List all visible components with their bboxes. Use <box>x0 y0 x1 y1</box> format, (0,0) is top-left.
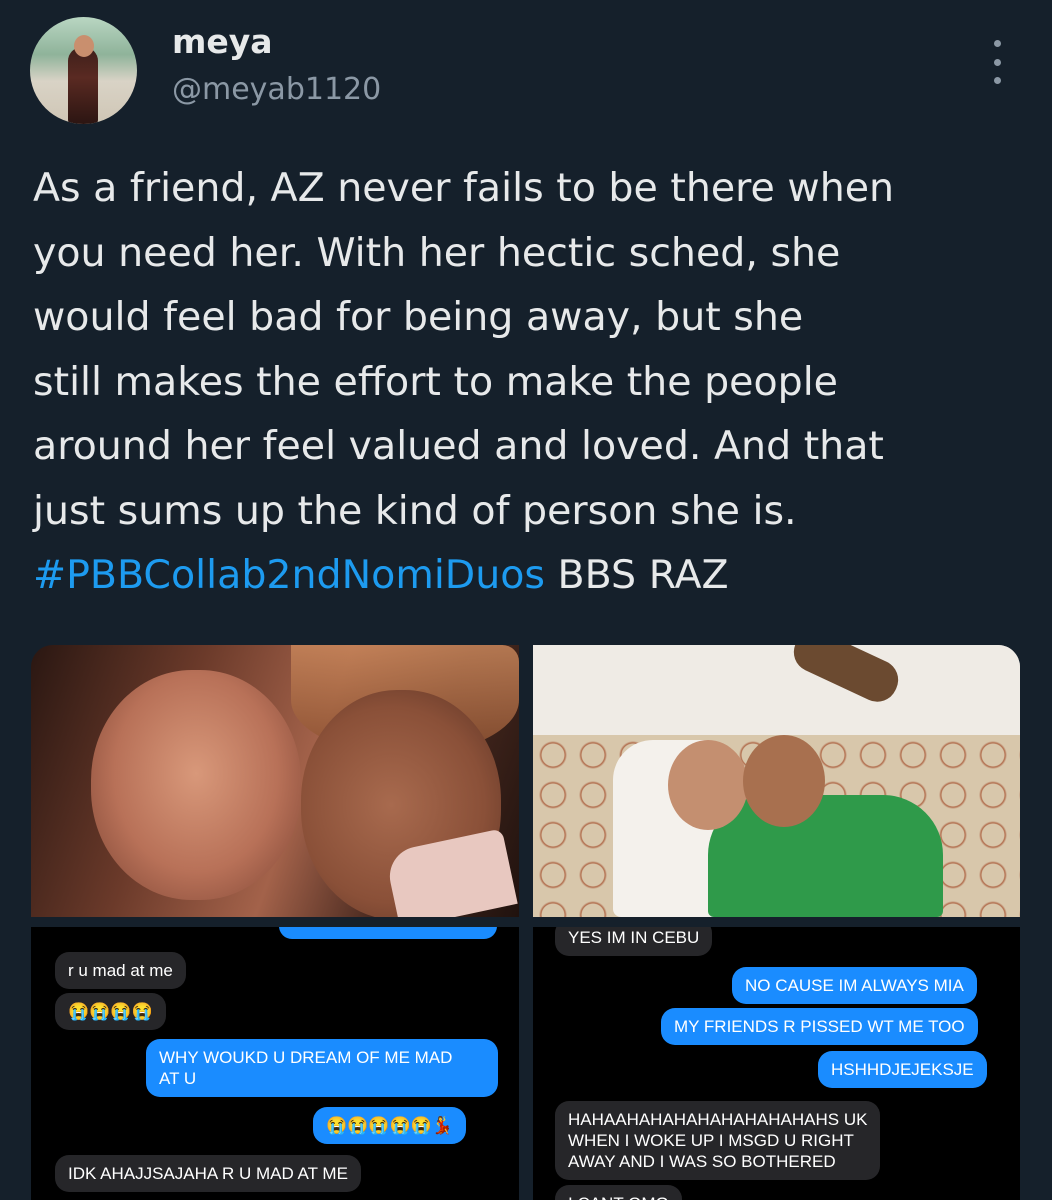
author-handle[interactable]: @meyab1120 <box>172 72 381 107</box>
chat-line: AT U <box>159 1069 197 1088</box>
more-options-icon[interactable] <box>985 40 1009 84</box>
chat-bubble-sent: MY FRIENDS R PISSED WT ME TOO <box>661 1008 978 1045</box>
dot-icon <box>993 40 1001 47</box>
tweet-line: As a friend, AZ never fails to be there … <box>33 165 895 211</box>
photo-face <box>743 735 825 827</box>
dot-icon <box>993 77 1001 84</box>
photo-face <box>91 670 301 900</box>
media-photo-selfie[interactable] <box>31 645 519 917</box>
chat-bubble-sent: 😭😭😭😭😭💃 <box>313 1107 467 1144</box>
chat-bubble-sent: WHY WOUKD U DREAM OF ME MAD AT U <box>146 1039 498 1097</box>
chat-line: WHY WOUKD U DREAM OF ME MAD <box>159 1048 453 1067</box>
tweet-text: As a friend, AZ never fails to be there … <box>33 156 1023 608</box>
photo-person <box>708 795 943 917</box>
hashtag-link[interactable]: #PBBCollab2ndNomiDuos <box>33 552 545 598</box>
avatar-figure <box>68 47 98 124</box>
tweet-tail: BBS RAZ <box>545 552 729 598</box>
chat-bubble-sent: HSHHDJEJEKSJE <box>818 1051 987 1088</box>
chat-line: HAHAAHAHAHAHAHAHAHAHAHS UK <box>568 1110 868 1129</box>
tweet-line: around her feel valued and loved. And th… <box>33 423 884 469</box>
tweet-line-hashtag: #PBBCollab2ndNomiDuos BBS RAZ <box>33 543 1023 608</box>
media-chat-screenshot-right[interactable]: YES IM IN CEBU NO CAUSE IM ALWAYS MIA MY… <box>533 927 1020 1200</box>
tweet-line: just sums up the kind of person she is. <box>33 487 797 534</box>
chat-bubble-received: 😭😭😭😭 <box>55 993 166 1030</box>
tweet-line: still makes the effort to make the peopl… <box>33 358 838 405</box>
author-avatar[interactable] <box>30 17 137 124</box>
chat-bubble-received: IDK AHAJJSAJAHA R U MAD AT ME <box>55 1155 361 1192</box>
chat-line: WHEN I WOKE UP I MSGD U RIGHT <box>568 1131 854 1150</box>
chat-bubble-received: YES IM IN CEBU <box>555 927 713 956</box>
chat-bubble-received: HAHAAHAHAHAHAHAHAHAHAHS UK WHEN I WOKE U… <box>555 1101 881 1180</box>
author-name[interactable]: meya <box>172 22 273 61</box>
photo-wall <box>533 645 1020 740</box>
photo-face <box>668 740 748 830</box>
avatar-head <box>74 35 94 57</box>
chat-bubble-sent: NO CAUSE IM ALWAYS MIA <box>732 967 977 1004</box>
media-chat-screenshot-left[interactable]: r u mad at me 😭😭😭😭 WHY WOUKD U DREAM OF … <box>31 927 519 1200</box>
tweet-line: you need her. With her hectic sched, she <box>33 229 841 276</box>
tweet-line: would feel bad for being away, but she <box>33 294 804 340</box>
dot-icon <box>993 58 1001 66</box>
chat-bubble-cutoff <box>279 927 497 939</box>
chat-bubble-received: I CANT OMG <box>555 1185 682 1200</box>
media-photo-couch[interactable] <box>533 645 1020 917</box>
chat-line: AWAY AND I WAS SO BOTHERED <box>568 1152 836 1171</box>
chat-bubble-received: r u mad at me <box>55 952 186 989</box>
